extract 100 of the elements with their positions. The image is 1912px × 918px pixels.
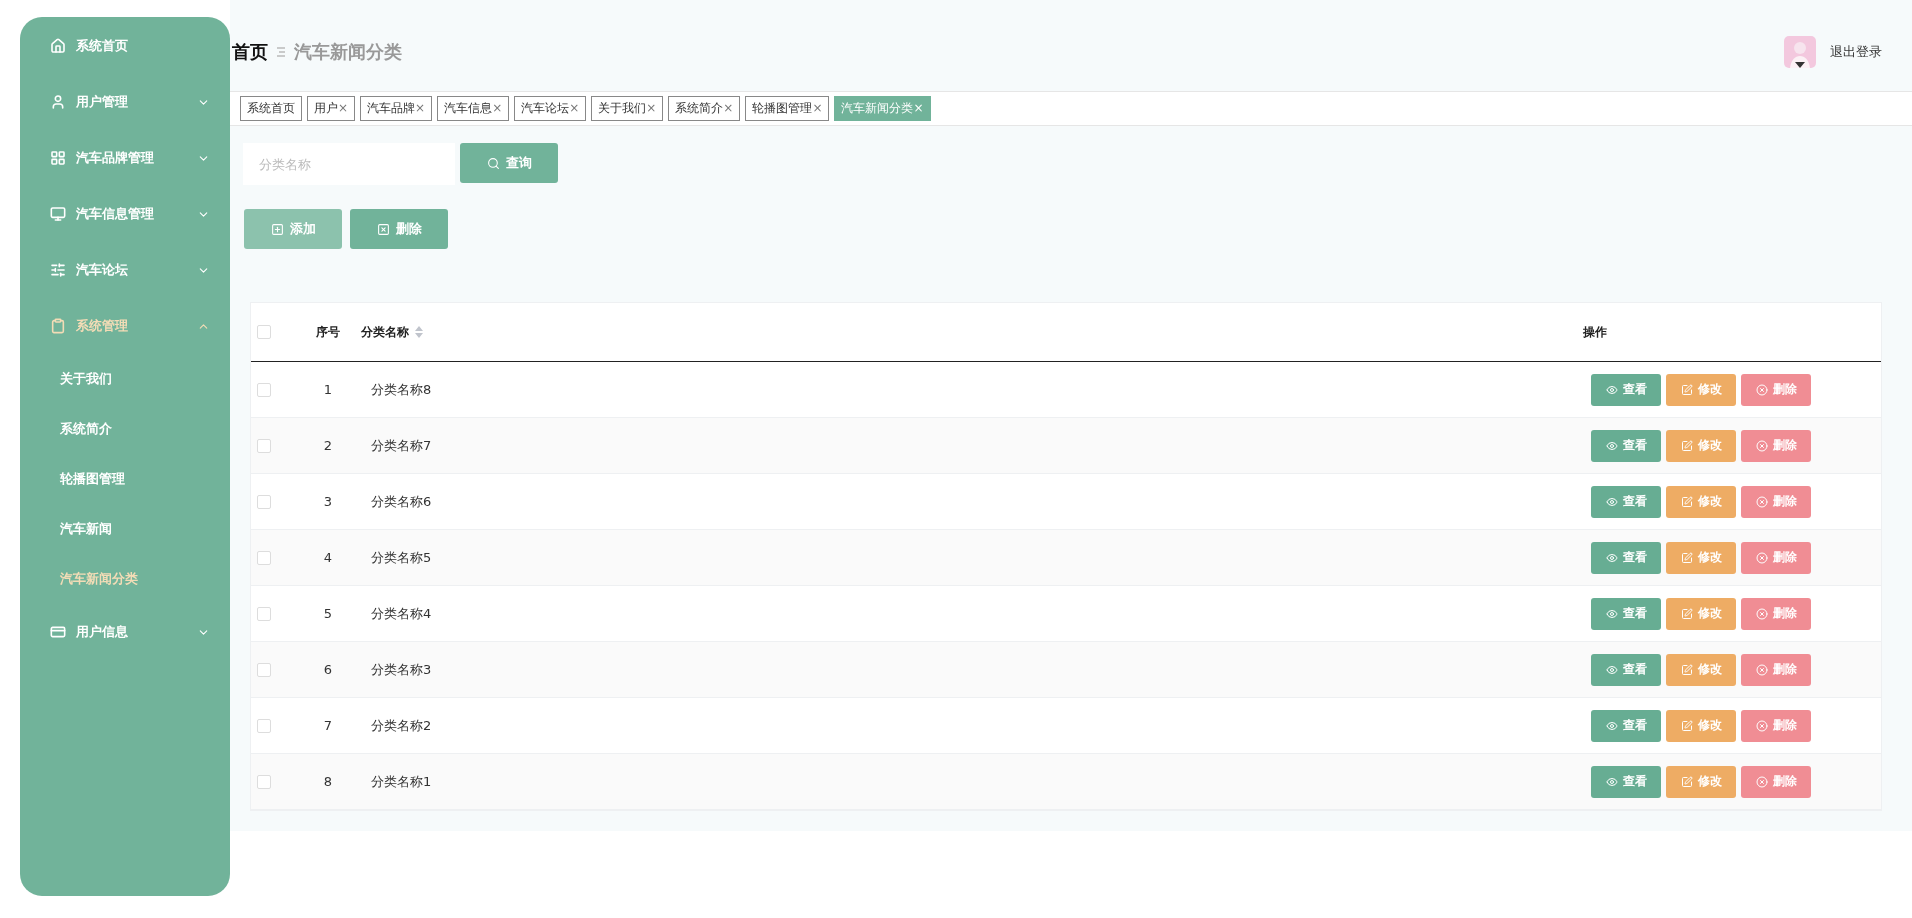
tab[interactable]: 系统首页 xyxy=(240,96,302,121)
edit-icon xyxy=(1680,551,1693,564)
table-cell-text: 分类名称3 xyxy=(370,660,433,679)
close-circle-icon xyxy=(1755,719,1768,732)
sidebar-item[interactable]: 系统首页 xyxy=(20,18,230,74)
table-cell-text: 5 xyxy=(322,606,334,621)
checkbox[interactable] xyxy=(257,774,271,789)
tab[interactable]: 汽车新闻分类× xyxy=(834,96,931,121)
delete-button[interactable]: 删除 xyxy=(1741,653,1811,686)
edit-button[interactable]: 修改 xyxy=(1666,653,1736,686)
grid-icon xyxy=(50,150,66,166)
delete-button[interactable]: 删除 xyxy=(1741,429,1811,462)
checkbox[interactable] xyxy=(257,382,271,397)
tab[interactable]: 轮播图管理× xyxy=(745,96,830,121)
close-icon[interactable]: × xyxy=(646,101,657,115)
sidebar-item[interactable]: 系统管理 xyxy=(20,298,230,354)
tab[interactable]: 用户× xyxy=(307,96,356,121)
close-icon[interactable]: × xyxy=(913,101,924,115)
close-icon[interactable]: × xyxy=(812,101,823,115)
view-button[interactable]: 查看 xyxy=(1591,653,1661,686)
delete-button[interactable]: 删除 xyxy=(1741,541,1811,574)
sidebar-item[interactable]: 用户信息 xyxy=(20,604,230,660)
view-button[interactable]: 查看 xyxy=(1591,597,1661,630)
logout-link[interactable]: 退出登录 xyxy=(1830,42,1882,61)
checkbox[interactable] xyxy=(257,606,271,621)
checkbox[interactable] xyxy=(257,494,271,509)
checkbox[interactable] xyxy=(257,718,271,733)
checkbox[interactable] xyxy=(257,325,271,339)
edit-button[interactable]: 修改 xyxy=(1666,373,1736,406)
breadcrumb-item: 汽车新闻分类 xyxy=(294,39,402,64)
tab[interactable]: 汽车信息× xyxy=(437,96,510,121)
sidebar-subitem[interactable]: 系统简介 xyxy=(20,404,230,454)
edit-icon xyxy=(1680,719,1693,732)
eye-icon xyxy=(1605,663,1618,676)
table-cell-text: 分类名称7 xyxy=(370,436,433,455)
close-icon[interactable]: × xyxy=(338,101,349,115)
delete-button[interactable]: 删除 xyxy=(350,209,448,249)
view-button[interactable]: 查看 xyxy=(1591,373,1661,406)
avatar xyxy=(1784,35,1816,68)
checkbox[interactable] xyxy=(257,438,271,453)
edit-button[interactable]: 修改 xyxy=(1666,541,1736,574)
table-cell-text: 分类名称6 xyxy=(370,492,433,511)
tab[interactable]: 关于我们× xyxy=(591,96,664,121)
close-circle-icon xyxy=(1755,663,1768,676)
close-circle-icon xyxy=(1755,383,1768,396)
eye-icon xyxy=(1605,439,1618,452)
search-icon xyxy=(486,156,500,170)
close-circle-icon xyxy=(1755,607,1768,620)
table-cell-text: 3 xyxy=(322,494,334,509)
close-circle-icon xyxy=(1755,495,1768,508)
view-button[interactable]: 查看 xyxy=(1591,709,1661,742)
view-button[interactable]: 查看 xyxy=(1591,765,1661,798)
edit-icon xyxy=(1680,495,1693,508)
close-circle-icon xyxy=(1755,439,1768,452)
search-button[interactable]: 查询 xyxy=(460,143,558,183)
sidebar-item[interactable]: 汽车信息管理 xyxy=(20,186,230,242)
close-icon[interactable]: × xyxy=(415,101,426,115)
table-cell-text: 1 xyxy=(322,382,334,397)
x-square-icon xyxy=(376,222,390,236)
tab[interactable]: 汽车品牌× xyxy=(360,96,433,121)
edit-button[interactable]: 修改 xyxy=(1666,765,1736,798)
sidebar-item[interactable]: 汽车品牌管理 xyxy=(20,130,230,186)
view-button[interactable]: 查看 xyxy=(1591,485,1661,518)
view-button[interactable]: 查看 xyxy=(1591,429,1661,462)
delete-button[interactable]: 删除 xyxy=(1741,709,1811,742)
edit-button[interactable]: 修改 xyxy=(1666,485,1736,518)
column-header: 序号 xyxy=(315,323,341,341)
edit-icon xyxy=(1680,607,1693,620)
sidebar-subitem[interactable]: 汽车新闻分类 xyxy=(20,554,230,604)
delete-button[interactable]: 删除 xyxy=(1741,765,1811,798)
user-icon xyxy=(50,94,66,110)
checkbox[interactable] xyxy=(257,550,271,565)
delete-button[interactable]: 删除 xyxy=(1741,373,1811,406)
close-icon[interactable]: × xyxy=(569,101,580,115)
sidebar-subitem[interactable]: 关于我们 xyxy=(20,354,230,404)
view-button[interactable]: 查看 xyxy=(1591,541,1661,574)
eye-icon xyxy=(1605,383,1618,396)
sidebar-subitem[interactable]: 汽车新闻 xyxy=(20,504,230,554)
eye-icon xyxy=(1605,607,1618,620)
edit-button[interactable]: 修改 xyxy=(1666,597,1736,630)
close-icon[interactable]: × xyxy=(723,101,734,115)
sidebar-item[interactable]: 汽车论坛 xyxy=(20,242,230,298)
edit-button[interactable]: 修改 xyxy=(1666,709,1736,742)
delete-button[interactable]: 删除 xyxy=(1741,485,1811,518)
checkbox[interactable] xyxy=(257,662,271,677)
sidebar-item[interactable]: 用户管理 xyxy=(20,74,230,130)
edit-button[interactable]: 修改 xyxy=(1666,429,1736,462)
delete-button[interactable]: 删除 xyxy=(1741,597,1811,630)
table-cell-text: 分类名称1 xyxy=(370,772,433,791)
table-cell-text: 分类名称8 xyxy=(370,380,433,399)
eye-icon xyxy=(1605,719,1618,732)
search-field[interactable]: 分类名称 xyxy=(243,143,455,185)
plus-square-icon xyxy=(270,222,284,236)
close-icon[interactable]: × xyxy=(492,101,503,115)
add-button[interactable]: 添加 xyxy=(244,209,342,249)
card-icon xyxy=(50,624,66,640)
table-cell-text: 6 xyxy=(322,662,334,677)
sidebar-subitem[interactable]: 轮播图管理 xyxy=(20,454,230,504)
tab[interactable]: 汽车论坛× xyxy=(514,96,587,121)
tab[interactable]: 系统简介× xyxy=(668,96,741,121)
